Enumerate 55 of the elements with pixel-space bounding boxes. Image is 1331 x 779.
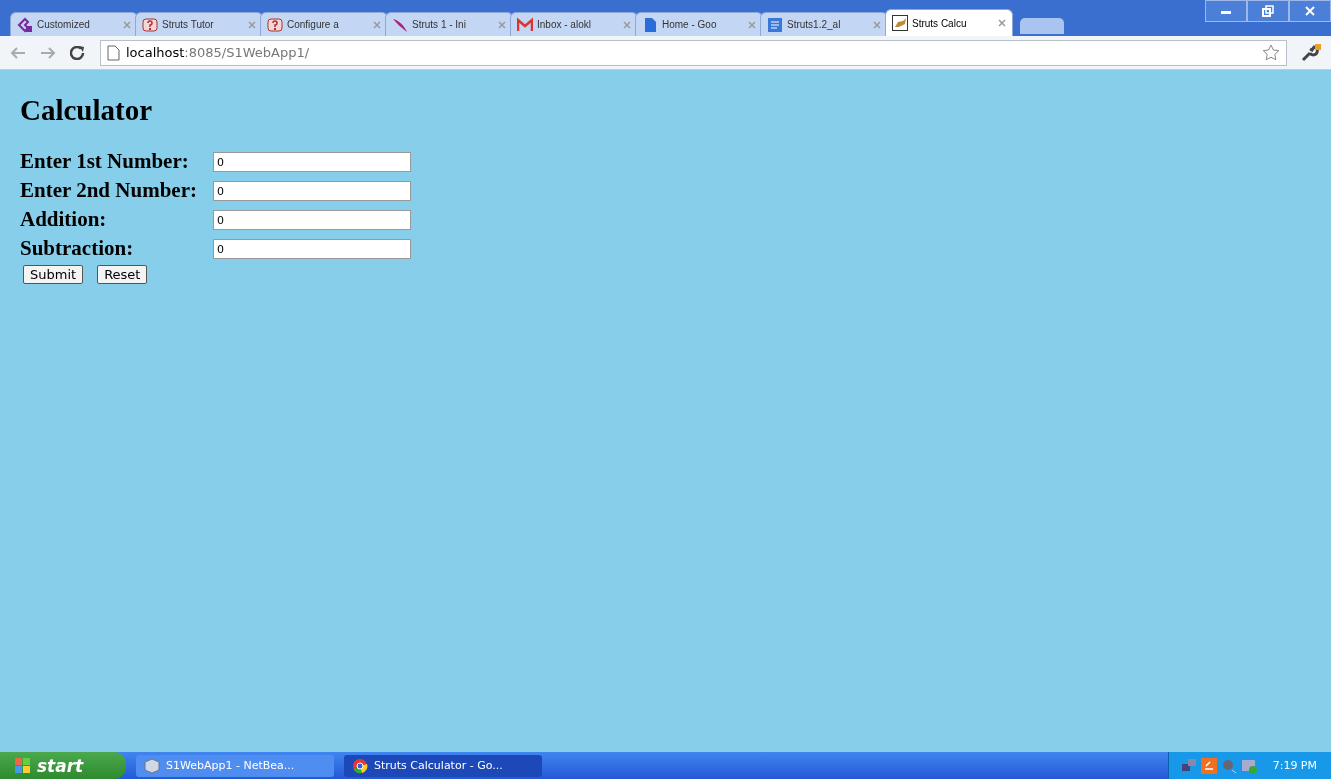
close-icon — [998, 19, 1006, 27]
page-icon — [107, 44, 120, 61]
number-field[interactable]: 0 — [212, 210, 411, 230]
help-icon — [267, 16, 283, 33]
reload-icon — [70, 45, 86, 60]
browser-tab[interactable]: Struts Calcu — [885, 9, 1013, 36]
help-icon — [142, 16, 158, 33]
feather-icon — [392, 16, 408, 33]
back-icon — [10, 45, 26, 60]
close-icon — [373, 20, 381, 29]
browser-tab[interactable]: Struts1.2_al — [760, 12, 888, 36]
wrench-icon — [1301, 43, 1321, 62]
update-icon — [1240, 757, 1257, 774]
start-button[interactable]: start — [0, 752, 126, 779]
restore-button[interactable] — [1247, 0, 1289, 22]
browser-tab[interactable]: Struts Tutor — [135, 12, 263, 36]
field-label: Enter 1st Number: — [20, 148, 190, 175]
minimize-button[interactable] — [1205, 0, 1247, 22]
page-heading: Calculator — [20, 94, 154, 127]
close-icon — [623, 20, 631, 29]
close-icon — [123, 20, 131, 29]
browser-tab[interactable]: Customized — [10, 12, 138, 36]
close-icon — [1304, 5, 1316, 17]
document-icon — [642, 16, 658, 33]
close-button[interactable] — [1289, 0, 1331, 22]
browser-tab[interactable]: Inbox - alokl — [510, 12, 638, 36]
forward-icon — [40, 45, 56, 60]
close-icon — [248, 20, 256, 29]
cube-icon — [144, 757, 160, 774]
clock-text: 7:19 PM — [1272, 759, 1317, 772]
form-button[interactable]: Submit — [23, 265, 84, 284]
field-label: Subtraction: — [20, 235, 135, 262]
browser-tab[interactable]: Home - Goo — [635, 12, 763, 36]
browser-tab[interactable]: Configure a — [260, 12, 388, 36]
chrome-icon — [352, 757, 368, 774]
restore-icon — [1262, 5, 1274, 17]
network-icon — [1180, 757, 1197, 774]
close-icon — [748, 20, 756, 29]
form-button[interactable]: Reset — [97, 265, 148, 284]
number-field[interactable]: 0 — [212, 181, 411, 201]
field-label: Enter 2nd Number: — [20, 177, 197, 204]
close-icon — [873, 20, 881, 29]
number-field[interactable]: 0 — [212, 239, 411, 259]
document-icon — [767, 16, 783, 33]
windows-logo-icon — [14, 757, 31, 774]
url-text: localhost:8085/S1WebApp1/ — [126, 45, 310, 60]
number-field[interactable]: 0 — [212, 152, 411, 172]
browser-tab[interactable]: Struts 1 - Ini — [385, 12, 513, 36]
app-icon — [1200, 757, 1217, 774]
taskbar-button[interactable]: Struts Calculator - Go... — [344, 754, 542, 777]
star-icon — [1262, 44, 1280, 61]
address-bar[interactable]: localhost:8085/S1WebApp1/ — [100, 39, 1287, 66]
close-icon — [498, 20, 506, 29]
field-label: Addition: — [20, 206, 108, 233]
mail-icon — [517, 16, 533, 33]
